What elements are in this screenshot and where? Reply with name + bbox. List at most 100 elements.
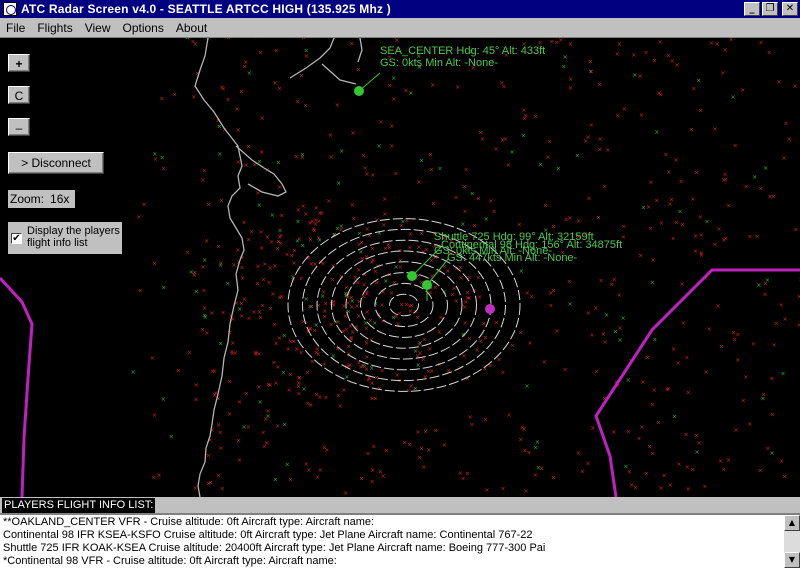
menu-about[interactable]: About bbox=[170, 21, 213, 35]
ground-target: × bbox=[269, 239, 274, 246]
ground-target: × bbox=[312, 327, 317, 334]
ground-target: × bbox=[416, 362, 421, 369]
flight-info-list[interactable]: **OAKLAND_CENTER VFR - Cruise altitude: … bbox=[0, 513, 800, 568]
list-item[interactable]: Continental 98 IFR KSEA-KSFO Cruise alti… bbox=[3, 529, 782, 542]
ground-target: × bbox=[246, 315, 251, 322]
ground-target: × bbox=[720, 70, 725, 77]
aircraft-shuttle-725[interactable] bbox=[407, 271, 417, 281]
ground-target: × bbox=[684, 355, 689, 362]
ground-target: × bbox=[391, 75, 396, 82]
ground-target: × bbox=[251, 309, 256, 316]
ground-target: × bbox=[273, 380, 278, 387]
ground-target: × bbox=[415, 314, 420, 321]
airspace-boundary-west bbox=[0, 276, 34, 497]
ground-target: × bbox=[518, 329, 523, 336]
ground-target: × bbox=[428, 152, 433, 159]
ground-target: × bbox=[317, 394, 322, 401]
ground-target: × bbox=[350, 202, 355, 209]
ground-target: × bbox=[243, 162, 248, 169]
ground-target: × bbox=[296, 207, 301, 214]
ground-target: × bbox=[317, 237, 322, 244]
ground-target: × bbox=[200, 177, 205, 184]
ground-target: × bbox=[216, 422, 221, 429]
zoom-out-button[interactable]: – bbox=[8, 118, 30, 136]
ground-target: × bbox=[294, 346, 299, 353]
ground-target: × bbox=[681, 320, 686, 327]
ground-target: × bbox=[763, 281, 768, 288]
ground-target: × bbox=[336, 180, 341, 187]
ground-target: × bbox=[429, 368, 434, 375]
ground-target: × bbox=[442, 442, 447, 449]
ground-target: × bbox=[408, 90, 413, 97]
menu-file[interactable]: File bbox=[0, 21, 31, 35]
scroll-up-button[interactable]: ▲ bbox=[784, 515, 800, 531]
ground-target: × bbox=[740, 87, 745, 94]
aircraft-continental-98[interactable] bbox=[422, 280, 432, 290]
ground-target: × bbox=[187, 350, 192, 357]
ground-target: × bbox=[678, 208, 683, 215]
ground-target: × bbox=[654, 129, 659, 136]
tag-line: SEA_CENTER Hdg: 45° Alt: 433ft bbox=[380, 45, 546, 57]
ground-target: × bbox=[656, 90, 661, 97]
ground-target: × bbox=[226, 38, 231, 42]
ground-target: × bbox=[362, 282, 367, 289]
ground-target: × bbox=[717, 226, 722, 233]
ground-target: × bbox=[526, 450, 531, 457]
ground-target: × bbox=[299, 72, 304, 79]
ground-target: × bbox=[318, 467, 323, 474]
maximize-button[interactable]: ❐ bbox=[762, 2, 778, 16]
ground-target: × bbox=[664, 152, 669, 159]
ground-target: × bbox=[793, 83, 798, 90]
ground-target: × bbox=[528, 340, 533, 347]
ground-target: × bbox=[525, 383, 530, 390]
radar-scope[interactable]: × × × × × × × × × × × × × × × × × × × × × × × × × × × × × × × × × × × × × × × ×… bbox=[0, 38, 800, 497]
aircraft-target-magenta[interactable] bbox=[485, 304, 495, 314]
minimize-button[interactable]: _ bbox=[744, 2, 760, 16]
ground-target: × bbox=[408, 231, 413, 238]
display-info-option[interactable]: ✔ Display the players flight info list bbox=[8, 222, 122, 254]
ground-target: × bbox=[510, 342, 515, 349]
menu-flights[interactable]: Flights bbox=[31, 21, 78, 35]
radar-map[interactable]: × × × × × × × × × × × × × × × × × × × × × × × × × × × × × × × × × × × × × × × ×… bbox=[0, 38, 800, 497]
ground-target: × bbox=[602, 183, 607, 190]
ground-target: × bbox=[227, 411, 232, 418]
list-item[interactable]: **OAKLAND_CENTER VFR - Cruise altitude: … bbox=[3, 516, 782, 529]
close-button[interactable]: ✕ bbox=[782, 2, 798, 16]
ground-target: × bbox=[615, 112, 620, 119]
ground-target: × bbox=[437, 329, 442, 336]
ground-target: × bbox=[389, 143, 394, 150]
ground-target: × bbox=[488, 362, 493, 369]
aircraft-sea-center[interactable] bbox=[354, 86, 364, 96]
zoom-value: 16x bbox=[50, 192, 70, 206]
scroll-down-button[interactable]: ▼ bbox=[784, 552, 800, 568]
ground-target: × bbox=[503, 136, 508, 143]
menu-options[interactable]: Options bbox=[116, 21, 169, 35]
ground-target: × bbox=[695, 449, 700, 456]
zoom-in-button[interactable]: + bbox=[8, 54, 30, 72]
ground-target: × bbox=[674, 220, 679, 227]
ground-target: × bbox=[384, 448, 389, 455]
ground-target: × bbox=[463, 320, 468, 327]
menu-view[interactable]: View bbox=[79, 21, 117, 35]
ground-target: × bbox=[510, 149, 515, 156]
list-scrollbar[interactable]: ▲ ▼ bbox=[784, 515, 800, 568]
center-button[interactable]: C bbox=[8, 86, 30, 104]
ground-target: × bbox=[381, 473, 386, 480]
ground-target: × bbox=[161, 396, 166, 403]
ground-target: × bbox=[640, 424, 645, 431]
ground-target: × bbox=[586, 134, 591, 141]
ground-target: × bbox=[732, 337, 737, 344]
ground-target: × bbox=[217, 151, 222, 158]
disconnect-button[interactable]: > Disconnect bbox=[8, 152, 104, 174]
ground-target: × bbox=[218, 445, 223, 452]
ground-target: × bbox=[370, 172, 375, 179]
radar-app-icon[interactable] bbox=[3, 2, 17, 16]
ground-target: × bbox=[590, 332, 595, 339]
display-info-checkbox[interactable]: ✔ bbox=[11, 233, 22, 244]
ground-target: × bbox=[407, 441, 412, 448]
ground-target: × bbox=[202, 257, 207, 264]
list-item[interactable]: Shuttle 725 IFR KOAK-KSEA Cruise altitud… bbox=[3, 542, 782, 555]
ground-target: × bbox=[770, 412, 775, 419]
ground-target: × bbox=[346, 344, 351, 351]
list-item[interactable]: *Continental 98 VFR - Cruise altitude: 0… bbox=[3, 555, 782, 568]
